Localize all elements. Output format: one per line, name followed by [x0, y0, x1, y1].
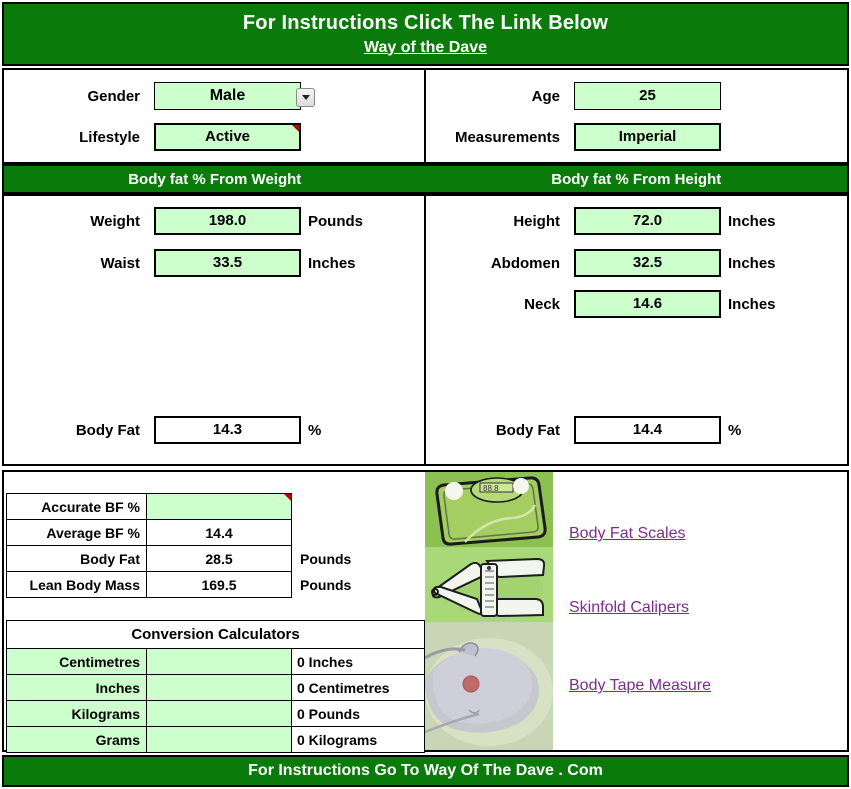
body-fat-pounds-label: Body Fat: [6, 545, 147, 572]
field-row-weight: Weight 198.0 Pounds: [10, 207, 363, 235]
top-banner: For Instructions Click The Link Below Wa…: [2, 2, 849, 66]
bathroom-scale-image[interactable]: 88.8: [425, 472, 553, 547]
table-row: Lean Body Mass 169.5 Pounds: [6, 571, 425, 598]
weight-label: Weight: [90, 212, 140, 230]
waist-unit: Inches: [308, 254, 356, 272]
body-tape-measure-image[interactable]: [425, 622, 553, 750]
conversion-label-grams: Grams: [6, 726, 147, 753]
conversion-label-kilograms: Kilograms: [6, 700, 147, 727]
bodyfat-height-value: 14.4: [574, 416, 721, 444]
body-fat-scales-link[interactable]: Body Fat Scales: [569, 525, 686, 543]
table-row: Grams 0 Kilograms: [6, 726, 426, 753]
height-input[interactable]: 72.0: [574, 207, 721, 235]
lean-body-mass-value: 169.5: [146, 571, 292, 598]
conversion-label-inches: Inches: [6, 674, 147, 701]
average-bf-value: 14.4: [146, 519, 292, 546]
height-unit: Inches: [728, 212, 776, 230]
conversion-result-grams: 0 Kilograms: [290, 726, 426, 753]
bodyfat-height-unit: %: [728, 421, 742, 439]
measurements-input[interactable]: Imperial: [574, 123, 721, 151]
measurements-label: Measurements: [454, 128, 560, 146]
svg-text:88.8: 88.8: [483, 484, 499, 493]
section-header-weight: Body fat % From Weight: [128, 170, 302, 188]
table-row: Accurate BF %: [6, 493, 425, 520]
age-input[interactable]: 25: [574, 82, 721, 110]
field-row-height: Height 72.0 Inches: [430, 207, 776, 235]
conversion-title: Conversion Calculators: [5, 620, 426, 649]
way-of-the-dave-link[interactable]: Way of the Dave: [364, 39, 487, 57]
gender-label: Gender: [87, 87, 140, 105]
conversion-result-inches: 0 Centimetres: [290, 674, 426, 701]
section-headers: Body fat % From Weight Body fat % From H…: [2, 164, 849, 194]
table-row: Centimetres 0 Inches: [6, 648, 426, 675]
lifestyle-label: Lifestyle: [79, 128, 140, 146]
body-fat-pounds-value: 28.5: [146, 545, 292, 572]
field-row-waist: Waist 33.5 Inches: [10, 249, 356, 277]
field-row-bodyfat-height: Body Fat 14.4 %: [430, 416, 741, 444]
table-row: Average BF % 14.4: [6, 519, 425, 546]
waist-label: Waist: [100, 254, 140, 272]
section-header-height: Body fat % From Height: [551, 170, 722, 188]
accurate-bf-label: Accurate BF %: [6, 493, 147, 520]
gender-input[interactable]: Male: [154, 82, 301, 110]
field-row-gender: Gender Male: [10, 82, 315, 110]
weight-unit: Pounds: [308, 212, 363, 230]
lifestyle-input[interactable]: Active: [154, 123, 301, 151]
skinfold-calipers-image[interactable]: [425, 547, 553, 622]
chevron-down-icon[interactable]: [296, 88, 315, 107]
table-row: Kilograms 0 Pounds: [6, 700, 426, 727]
footer-bar: For Instructions Go To Way Of The Dave .…: [2, 755, 849, 787]
abdomen-unit: Inches: [728, 254, 776, 272]
field-row-lifestyle: Lifestyle Active: [10, 123, 301, 151]
footer-text: For Instructions Go To Way Of The Dave .…: [248, 762, 603, 779]
top-panel-divider: [424, 70, 426, 162]
average-bf-label: Average BF %: [6, 519, 147, 546]
field-row-measurements: Measurements Imperial: [430, 123, 721, 151]
bodyfat-weight-value: 14.3: [154, 416, 301, 444]
skinfold-calipers-link[interactable]: Skinfold Calipers: [569, 599, 689, 617]
bodyfat-height-label: Body Fat: [495, 421, 560, 439]
conversion-result-centimetres: 0 Inches: [290, 648, 426, 675]
accurate-bf-unit: [292, 494, 425, 520]
measurement-panel-divider: [424, 196, 426, 464]
bodyfat-weight-label: Body Fat: [75, 421, 140, 439]
height-label: Height: [513, 212, 560, 230]
abdomen-label: Abdomen: [490, 254, 560, 272]
table-row: Inches 0 Centimetres: [6, 674, 426, 701]
body-tape-measure-link[interactable]: Body Tape Measure: [569, 677, 711, 695]
lean-body-mass-unit: Pounds: [300, 576, 352, 593]
field-row-abdomen: Abdomen 32.5 Inches: [430, 249, 776, 277]
lean-body-mass-label: Lean Body Mass: [6, 571, 147, 598]
table-row: Body Fat 28.5 Pounds: [6, 545, 425, 572]
neck-label: Neck: [524, 295, 560, 313]
conversion-input-inches[interactable]: [146, 674, 292, 701]
weight-input[interactable]: 198.0: [154, 207, 301, 235]
age-label: Age: [531, 87, 560, 105]
body-fat-calculator-spreadsheet: For Instructions Click The Link Below Wa…: [0, 0, 851, 789]
summary-table: Accurate BF % Average BF % 14.4 Body Fat…: [6, 493, 425, 598]
conversion-calculators-table: Conversion Calculators Centimetres 0 Inc…: [5, 620, 426, 753]
banner-title: For Instructions Click The Link Below: [242, 11, 609, 34]
waist-input[interactable]: 33.5: [154, 249, 301, 277]
conversion-label-centimetres: Centimetres: [6, 648, 147, 675]
neck-input[interactable]: 14.6: [574, 290, 721, 318]
conversion-input-kilograms[interactable]: [146, 700, 292, 727]
field-row-neck: Neck 14.6 Inches: [430, 290, 776, 318]
gender-combo[interactable]: Male: [154, 82, 315, 110]
conversion-input-centimetres[interactable]: [146, 648, 292, 675]
field-row-bodyfat-weight: Body Fat 14.3 %: [10, 416, 321, 444]
conversion-input-grams[interactable]: [146, 726, 292, 753]
abdomen-input[interactable]: 32.5: [574, 249, 721, 277]
conversion-title-row: Conversion Calculators: [5, 620, 426, 649]
body-fat-pounds-unit: Pounds: [300, 550, 352, 567]
accurate-bf-input[interactable]: [146, 493, 292, 520]
bodyfat-weight-unit: %: [308, 421, 322, 439]
conversion-result-kilograms: 0 Pounds: [290, 700, 426, 727]
average-bf-unit: [292, 520, 425, 546]
neck-unit: Inches: [728, 295, 776, 313]
field-row-age: Age 25: [430, 82, 721, 110]
